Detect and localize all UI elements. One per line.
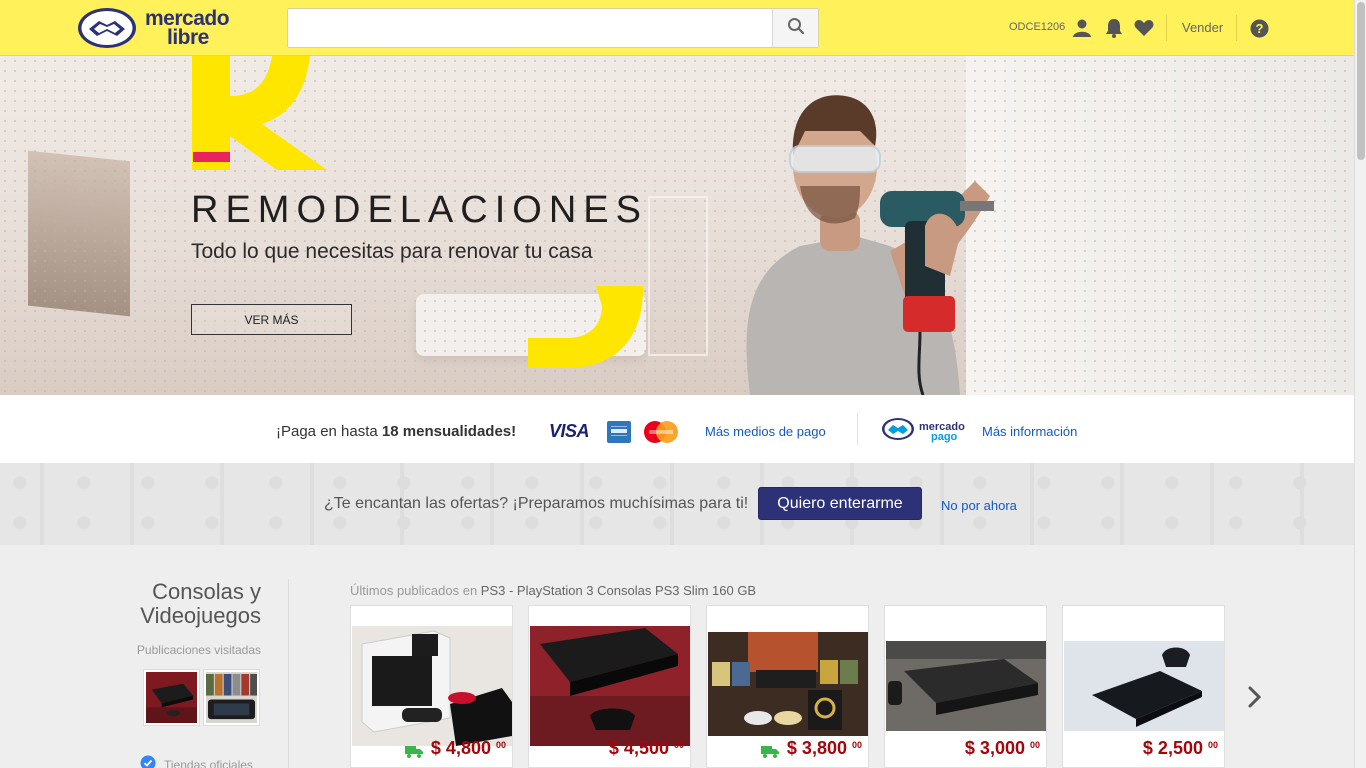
product-card[interactable]: $ 3,800 00 [706,605,869,768]
hero-banner[interactable]: REMODELACIONES Todo lo que necesitas par… [0,56,1354,395]
newsletter-banner: ¿Te encantan las ofertas? ¡Preparamos mu… [0,463,1354,545]
logo-text-line2: libre [167,26,209,49]
product-price: $ 4,500 00 [609,738,684,759]
product-card[interactable]: $ 3,000 00 [884,605,1047,768]
product-price-cents: 00 [495,740,506,750]
mercadolibre-logo[interactable]: mercado libre [77,7,230,49]
hero-subtitle: Todo lo que necesitas para renovar tu ca… [191,240,593,263]
product-card[interactable]: $ 4,800 00 [350,605,513,768]
ps3-bundle-with-games-image [708,632,868,736]
visited-item-thumbnail[interactable] [203,669,260,726]
recent-items-section: Consolas y Videojuegos Publicaciones vis… [0,545,1354,768]
product-price-cents: 00 [1029,740,1040,750]
hero-title: REMODELACIONES [191,189,648,231]
product-price-cents: 00 [673,740,684,750]
more-payment-methods-link[interactable]: Más medios de pago [705,424,826,439]
mastercard-logo-icon [643,420,679,444]
product-card[interactable]: $ 4,500 00 [528,605,691,768]
latest-published-heading: Últimos publicados en PS3 - PlayStation … [350,583,756,598]
product-price-amount: $ 4,800 [430,738,491,758]
section-divider [288,579,289,768]
product-price: $ 3,800 00 [760,738,862,759]
mercadopago-text-line1: mercado [919,420,965,433]
dismiss-newsletter-link[interactable]: No por ahora [941,498,1017,513]
official-stores-label: Tiendas oficiales [164,757,253,768]
handshake-logo-icon [77,7,137,49]
user-icon[interactable] [1071,17,1093,39]
ps3-console-red-cloth-image [530,626,690,746]
product-card[interactable]: $ 2,500 00 [1062,605,1225,768]
visa-logo: VISA [549,421,590,441]
ps3-boxed-product-image [352,626,512,746]
amex-logo-icon [607,421,631,443]
sell-link[interactable]: Vender [1182,20,1223,35]
mercadopago-logo: mercado pago [881,417,965,446]
console-games-thumbnail-image [206,672,257,723]
product-price: $ 2,500 00 [1143,738,1218,759]
visited-items-label: Publicaciones visitadas [136,643,261,657]
verified-badge-icon [140,755,156,768]
latest-category-path[interactable]: PS3 - PlayStation 3 Consolas PS3 Slim 16… [481,583,756,598]
mercadopago-handshake-icon [881,417,915,446]
category-title-line1: Consolas y [152,579,261,604]
page-scrollbar[interactable] [1354,0,1366,768]
latest-prefix: Últimos publicados en [350,583,481,598]
installments-prefix: ¡Paga en hasta [276,423,382,440]
decorative-letter-s-shape [528,286,643,368]
free-shipping-truck-icon [404,742,423,758]
favorites-heart-icon[interactable] [1133,17,1155,39]
help-icon[interactable]: ? [1248,17,1270,39]
ps3-slim-on-table-image [886,641,1046,731]
subscribe-button[interactable]: Quiero enterarme [758,487,922,520]
visited-item-thumbnail[interactable] [143,669,200,726]
search-button[interactable] [772,9,818,47]
notifications-bell-icon[interactable] [1103,17,1125,39]
mercadopago-text-line2: pago [931,430,958,443]
product-price-amount: $ 3,000 [964,738,1025,758]
newsletter-text: ¿Te encantan las ofertas? ¡Preparamos mu… [324,495,749,512]
product-price-amount: $ 3,800 [786,738,847,758]
product-price-amount: $ 2,500 [1142,738,1203,758]
carousel-next-arrow-icon[interactable] [1245,685,1265,709]
ps3-console-thumbnail-image [146,672,197,723]
installments-text: ¡Paga en hasta 18 mensualidades! [276,423,516,440]
product-price-amount: $ 4,500 [608,738,669,758]
category-title[interactable]: Consolas y Videojuegos [110,580,261,628]
hero-see-more-button[interactable]: VER MÁS [191,304,352,335]
payment-info-bar: ¡Paga en hasta 18 mensualidades! VISA Má… [0,395,1354,463]
decorative-pink-bar [193,152,230,162]
product-price-cents: 00 [1207,740,1218,750]
product-price-cents: 00 [851,740,862,750]
product-price: $ 4,800 00 [404,738,506,759]
search-icon [787,17,805,40]
header-separator [1236,15,1237,41]
top-header: mercado libre ODCE1206 Vender ? [0,0,1354,56]
payment-separator [857,413,858,445]
product-price: $ 3,000 00 [965,738,1040,759]
search-input[interactable] [288,9,772,47]
installments-count: 18 mensualidades! [381,423,517,440]
scrollbar-thumb[interactable] [1357,2,1365,160]
svg-text:?: ? [1255,21,1263,36]
hero-man-with-drill-image [746,95,994,395]
more-info-link[interactable]: Más información [982,424,1077,439]
official-stores-link[interactable]: Tiendas oficiales [140,755,253,768]
category-title-line2: Videojuegos [140,603,261,628]
ps3-on-white-sheet-image [1064,641,1224,731]
free-shipping-truck-icon [760,742,779,758]
search-bar [287,8,819,48]
header-separator [1166,15,1167,41]
username-label[interactable]: ODCE1206 [1009,21,1065,33]
